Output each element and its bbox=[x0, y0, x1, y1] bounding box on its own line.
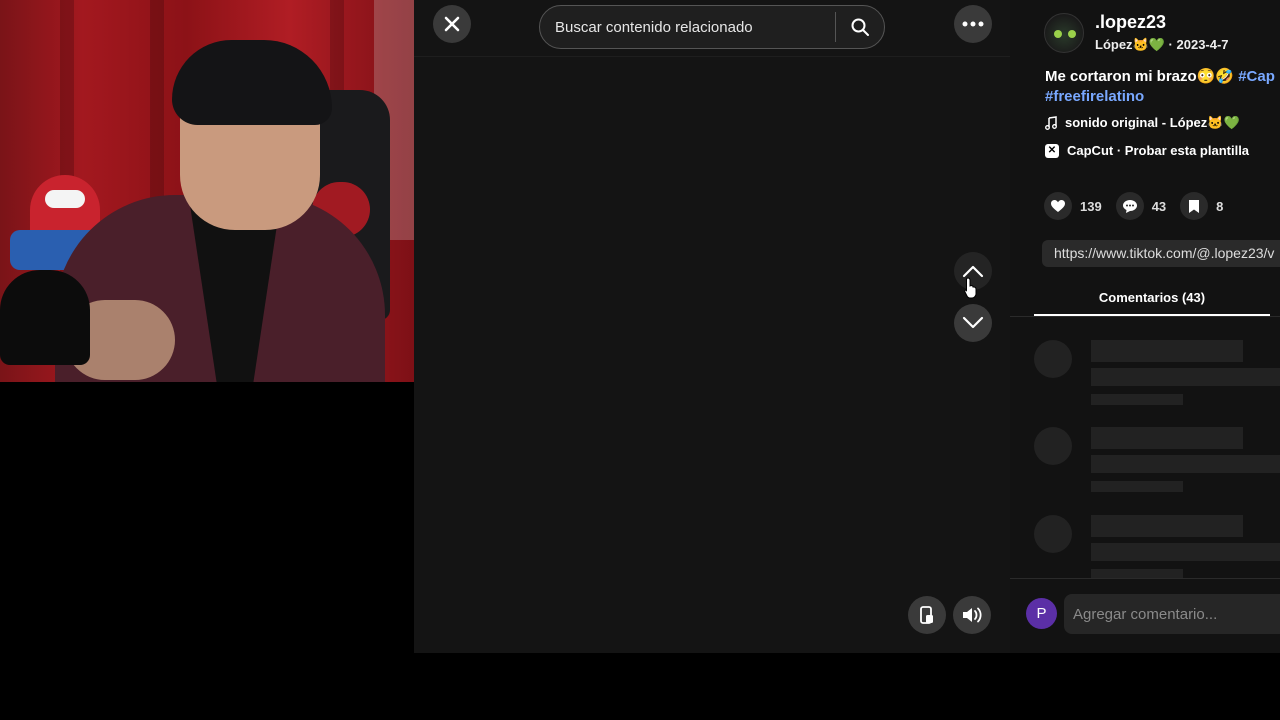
comment-bar-divider bbox=[1010, 578, 1280, 579]
next-video-button[interactable] bbox=[954, 304, 992, 342]
skeleton-line bbox=[1091, 543, 1280, 561]
picture-in-picture-icon bbox=[920, 606, 933, 624]
microphone bbox=[0, 270, 90, 365]
capcut-template-row[interactable]: ✕ CapCut · Probar esta plantilla bbox=[1045, 143, 1249, 158]
skeleton-line bbox=[1091, 515, 1243, 537]
comment-icon bbox=[1122, 199, 1137, 213]
skeleton-line bbox=[1091, 481, 1183, 492]
comment-skeleton bbox=[1034, 515, 1280, 578]
author-subline: López🐱💚 · 2023-4-7 bbox=[1095, 37, 1229, 53]
skeleton-avatar bbox=[1034, 515, 1072, 553]
save-count: 8 bbox=[1216, 198, 1224, 214]
person-hair bbox=[172, 40, 332, 125]
heart-icon bbox=[1051, 200, 1065, 212]
chevron-up-icon bbox=[962, 265, 984, 278]
spiderman-toy-eyes bbox=[45, 190, 85, 208]
capcut-icon: ✕ bbox=[1045, 143, 1059, 158]
search-bar bbox=[539, 5, 885, 49]
skeleton-line bbox=[1091, 394, 1183, 405]
like-button[interactable] bbox=[1044, 192, 1072, 220]
tabs-divider bbox=[1010, 316, 1280, 317]
skeleton-line bbox=[1091, 427, 1243, 449]
volume-icon bbox=[963, 607, 982, 623]
search-input[interactable] bbox=[540, 6, 835, 48]
comment-stat[interactable]: 43 bbox=[1115, 192, 1167, 220]
hashtag-link[interactable]: #Cap bbox=[1238, 68, 1275, 85]
volume-button[interactable] bbox=[953, 596, 991, 634]
tab-comments[interactable]: Comentarios (43) bbox=[1034, 280, 1270, 316]
comment-skeleton bbox=[1034, 340, 1280, 420]
webcam-overlay bbox=[0, 0, 414, 382]
subline-separator: · bbox=[1164, 37, 1177, 52]
save-button[interactable] bbox=[1180, 192, 1209, 220]
skeleton-line bbox=[1091, 569, 1183, 578]
comment-input[interactable] bbox=[1064, 594, 1280, 634]
hashtag-link[interactable]: #freefirelatino bbox=[1045, 88, 1144, 105]
more-dots-icon bbox=[962, 21, 984, 27]
mouse-cursor-icon bbox=[964, 277, 977, 299]
search-button[interactable] bbox=[836, 6, 884, 48]
music-note-icon bbox=[1045, 116, 1057, 130]
skeleton-line bbox=[1091, 340, 1243, 362]
video-url-box[interactable]: https://www.tiktok.com/@.lopez23/v bbox=[1042, 240, 1280, 267]
close-icon bbox=[444, 16, 460, 32]
comment-skeleton bbox=[1034, 427, 1280, 507]
like-stat[interactable]: 139 bbox=[1044, 192, 1102, 220]
skeleton-line bbox=[1091, 455, 1280, 473]
chevron-down-icon bbox=[962, 316, 984, 329]
search-icon bbox=[851, 18, 869, 36]
details-panel: .lopez23 López🐱💚 · 2023-4-7 Me cortaron … bbox=[1010, 0, 1280, 653]
post-description: Me cortaron mi brazo😳🤣 #Cap #freefirelat… bbox=[1045, 67, 1280, 107]
description-text: Me cortaron mi brazo😳🤣 bbox=[1045, 68, 1239, 85]
engagement-stats: 139 43 8 bbox=[1044, 192, 1223, 220]
comment-button[interactable] bbox=[1115, 192, 1144, 220]
current-user-avatar: P bbox=[1026, 598, 1057, 629]
music-label: sonido original - López🐱💚 bbox=[1065, 115, 1240, 130]
like-count: 139 bbox=[1080, 198, 1102, 214]
save-stat[interactable]: 8 bbox=[1180, 192, 1223, 220]
video-viewer[interactable] bbox=[414, 0, 1010, 653]
music-row[interactable]: sonido original - López🐱💚 bbox=[1045, 115, 1240, 131]
author-username[interactable]: .lopez23 bbox=[1095, 12, 1166, 33]
skeleton-line bbox=[1091, 368, 1280, 386]
author-display-name: López🐱💚 bbox=[1095, 37, 1165, 52]
comment-count: 43 bbox=[1151, 198, 1167, 214]
close-button[interactable] bbox=[433, 5, 471, 43]
author-avatar[interactable] bbox=[1044, 13, 1084, 53]
more-options-button[interactable] bbox=[954, 5, 992, 43]
floating-player-button[interactable] bbox=[908, 596, 946, 634]
skeleton-avatar bbox=[1034, 427, 1072, 465]
bookmark-icon bbox=[1189, 199, 1200, 213]
skeleton-avatar bbox=[1034, 340, 1072, 378]
topbar-divider bbox=[414, 56, 1010, 57]
post-date: 2023-4-7 bbox=[1176, 37, 1229, 52]
screen: .lopez23 López🐱💚 · 2023-4-7 Me cortaron … bbox=[0, 0, 1280, 720]
capcut-label: CapCut · Probar esta plantilla bbox=[1067, 143, 1250, 158]
